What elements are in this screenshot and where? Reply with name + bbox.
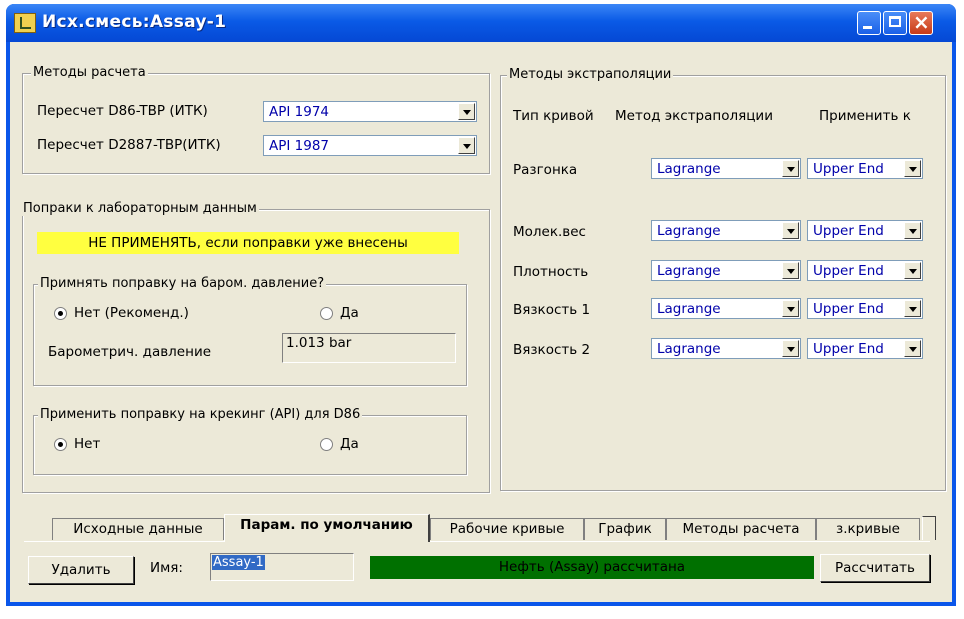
tab-defaults[interactable]: Парам. по умолчанию bbox=[224, 514, 430, 542]
curve-label: Разгонка bbox=[513, 162, 578, 178]
app-icon[interactable] bbox=[14, 13, 36, 33]
maximize-button[interactable] bbox=[883, 11, 907, 35]
client-area: Методы расчета Пересчет D86-TBP (ИТК) AP… bbox=[10, 42, 952, 602]
d2887-method-select[interactable]: API 1987 bbox=[263, 135, 477, 156]
status-bar: Нефть (Assay) рассчитана bbox=[370, 556, 814, 579]
cracking-no-label: Нет bbox=[74, 436, 101, 452]
tab-calc-methods[interactable]: Методы расчета bbox=[666, 518, 816, 540]
tab-strip: Исходные данные Парам. по умолчанию Рабо… bbox=[24, 512, 944, 542]
close-icon: × bbox=[913, 10, 930, 34]
extrapolation-legend: Методы экстраполяции bbox=[507, 67, 674, 82]
cracking-yes-label: Да bbox=[340, 436, 359, 452]
chevron-down-icon[interactable] bbox=[782, 300, 799, 317]
curve-label: Молек.вес bbox=[513, 224, 586, 240]
chevron-down-icon[interactable] bbox=[782, 222, 799, 239]
window-title: Исх.смесь:Assay-1 bbox=[42, 12, 227, 32]
minimize-button[interactable] bbox=[857, 11, 881, 35]
baro-pressure-field[interactable]: 1.013 bar bbox=[282, 333, 456, 363]
calc-methods-group: Методы расчета Пересчет D86-TBP (ИТК) AP… bbox=[22, 65, 490, 174]
method-select[interactable]: Lagrange bbox=[651, 220, 801, 241]
method-select[interactable]: Lagrange bbox=[651, 260, 801, 281]
d86-method-select[interactable]: API 1974 bbox=[263, 101, 477, 122]
warning-banner: НЕ ПРИМЕНЯТЬ, если поправки уже внесены bbox=[37, 232, 459, 254]
baro-yes-radio[interactable] bbox=[320, 307, 333, 320]
chevron-down-icon[interactable] bbox=[782, 160, 799, 177]
cracking-group: Применить поправку на крекинг (API) для … bbox=[33, 407, 467, 475]
col-curve-header: Тип кривой bbox=[513, 108, 594, 124]
close-button[interactable]: × bbox=[909, 10, 933, 35]
baro-no-radio[interactable] bbox=[54, 307, 67, 320]
d86-label: Пересчет D86-TBP (ИТК) bbox=[37, 103, 208, 119]
curve-label: Вязкость 2 bbox=[513, 342, 591, 358]
chevron-down-icon[interactable] bbox=[904, 222, 921, 239]
cracking-legend: Применить поправку на крекинг (API) для … bbox=[38, 407, 363, 422]
name-label: Имя: bbox=[150, 560, 183, 576]
extrapolation-group: Методы экстраполяции Тип кривой Метод эк… bbox=[500, 67, 946, 491]
title-bar[interactable]: Исх.смесь:Assay-1 × bbox=[6, 4, 956, 42]
method-select[interactable]: Lagrange bbox=[651, 158, 801, 179]
delete-button[interactable]: Удалить bbox=[28, 556, 134, 584]
calculate-button[interactable]: Рассчитать bbox=[820, 554, 930, 582]
baro-pressure-label: Барометрич. давление bbox=[48, 344, 212, 360]
tab-scroll-edge[interactable] bbox=[922, 516, 936, 540]
apply-select[interactable]: Upper End bbox=[807, 338, 923, 359]
apply-select[interactable]: Upper End bbox=[807, 298, 923, 319]
curve-label: Вязкость 1 bbox=[513, 302, 591, 318]
cracking-yes-radio[interactable] bbox=[320, 438, 333, 451]
lab-corrections-group: Попраки к лабораторным данным НЕ ПРИМЕНЯ… bbox=[21, 201, 490, 493]
baro-no-label: Нет (Рекоменд.) bbox=[74, 305, 189, 321]
chevron-down-icon[interactable] bbox=[904, 300, 921, 317]
col-method-header: Метод экстраполяции bbox=[615, 108, 773, 124]
chevron-down-icon[interactable] bbox=[904, 160, 921, 177]
tab-divider bbox=[24, 541, 930, 542]
name-field[interactable]: Assay-1 bbox=[210, 553, 354, 581]
curve-label: Плотность bbox=[513, 264, 589, 280]
apply-select[interactable]: Upper End bbox=[807, 220, 923, 241]
tab-working-curves[interactable]: Рабочие кривые bbox=[430, 518, 584, 540]
chevron-down-icon[interactable] bbox=[904, 340, 921, 357]
tab-curves-partial[interactable]: з.кривые bbox=[816, 518, 920, 540]
chevron-down-icon[interactable] bbox=[904, 262, 921, 279]
baro-yes-label: Да bbox=[340, 305, 359, 321]
method-select[interactable]: Lagrange bbox=[651, 338, 801, 359]
lab-corrections-legend: Попраки к лабораторным данным bbox=[21, 201, 259, 216]
col-apply-header: Применить к bbox=[819, 108, 911, 124]
apply-select[interactable]: Upper End bbox=[807, 260, 923, 281]
cracking-no-radio[interactable] bbox=[54, 438, 67, 451]
baro-group: Примнять поправку на баром. давление? Не… bbox=[33, 276, 467, 386]
apply-select[interactable]: Upper End bbox=[807, 158, 923, 179]
chevron-down-icon[interactable] bbox=[458, 103, 475, 120]
method-select[interactable]: Lagrange bbox=[651, 298, 801, 319]
tab-graph[interactable]: График bbox=[584, 518, 666, 540]
calc-methods-legend: Методы расчета bbox=[31, 65, 148, 80]
chevron-down-icon[interactable] bbox=[458, 137, 475, 154]
chevron-down-icon[interactable] bbox=[782, 262, 799, 279]
chevron-down-icon[interactable] bbox=[782, 340, 799, 357]
tab-input-data[interactable]: Исходные данные bbox=[52, 518, 224, 540]
assay-window: Исх.смесь:Assay-1 × Методы расчета Перес… bbox=[6, 4, 956, 606]
baro-legend: Примнять поправку на баром. давление? bbox=[38, 276, 327, 291]
d2887-label: Пересчет D2887-TBP(ИТК) bbox=[37, 137, 221, 153]
